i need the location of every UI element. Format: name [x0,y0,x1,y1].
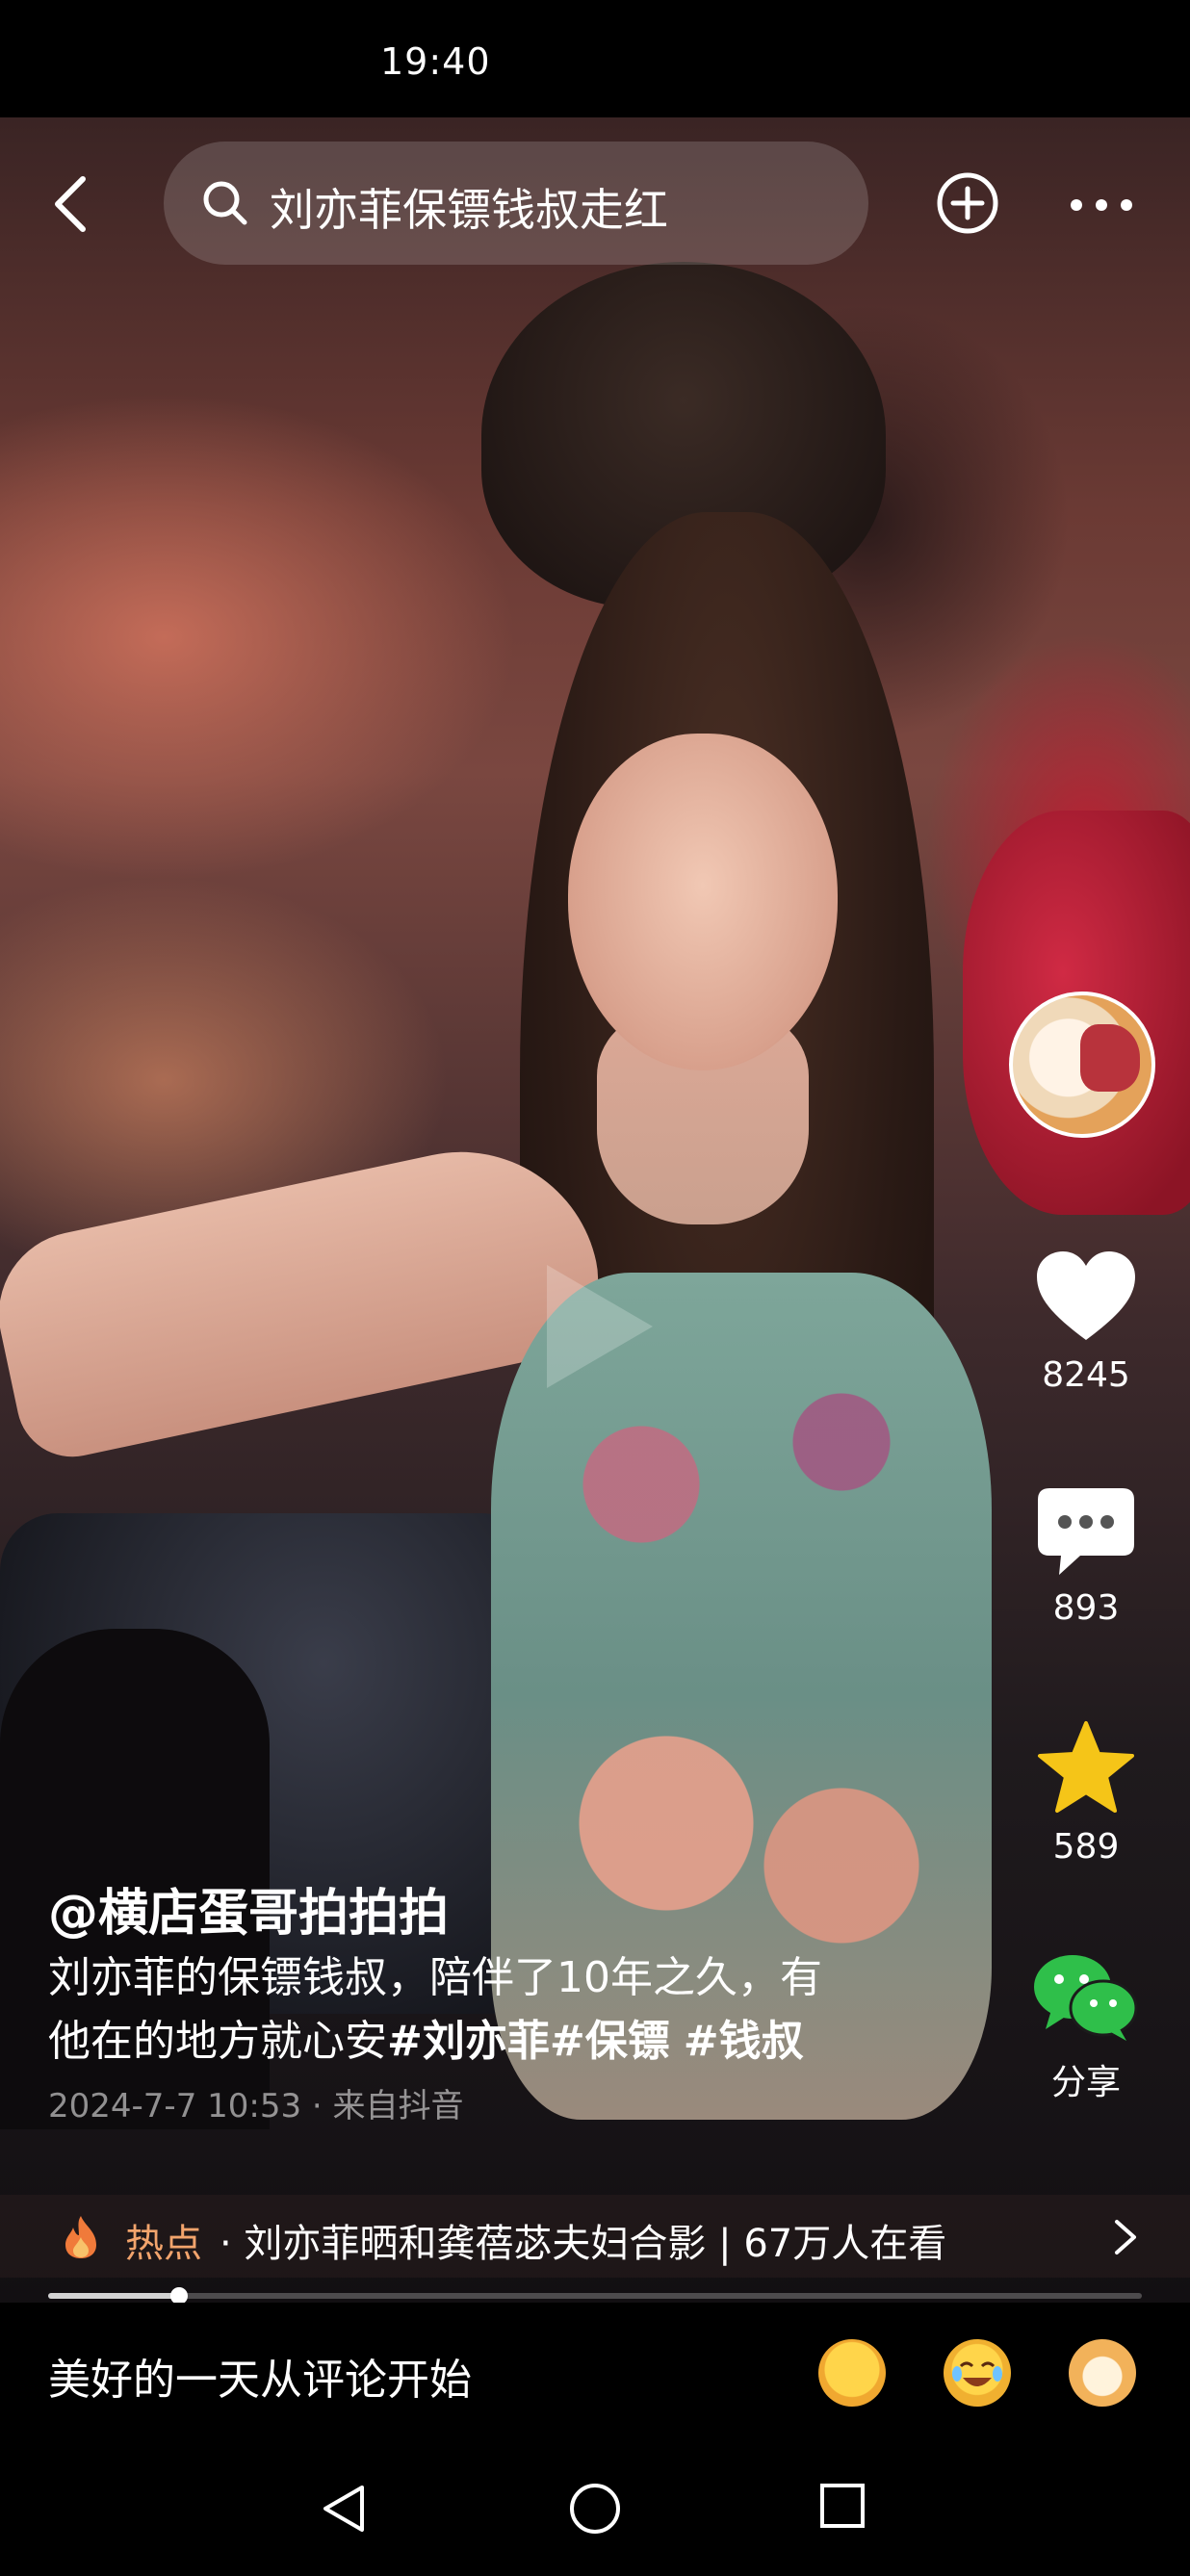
status-time: 19:40 [380,40,491,83]
like-button[interactable]: 8245 [1001,1248,1171,1395]
video-description: 刘亦菲的保镖钱叔，陪伴了10年之久，有 他在的地方就心安#刘亦菲#保镖 #钱叔 [48,1946,953,2074]
app-screen: 19:40 刘亦菲保镖钱叔走红 8245 893 589 分享 @横店蛋哥拍拍拍… [0,0,1190,2576]
more-button[interactable] [1071,188,1142,222]
search-query: 刘亦菲保镖钱叔走红 [270,184,668,236]
description-line-2: 他在的地方就心安 [48,2017,387,2066]
like-count: 8245 [1042,1355,1130,1395]
nav-back-icon[interactable] [320,2482,368,2536]
comment-button[interactable]: 893 [1001,1486,1171,1628]
wechat-icon [1034,1955,1138,2041]
comment-count: 893 [1052,1588,1120,1628]
video-progress-bar[interactable] [48,2287,1142,2305]
nav-home-icon[interactable] [568,2482,622,2536]
author-name[interactable]: @横店蛋哥拍拍拍 [48,1872,449,1945]
play-icon[interactable] [547,1265,653,1388]
favorite-button[interactable]: 589 [1001,1719,1171,1867]
hot-topic-bar[interactable]: 热点 · 刘亦菲晒和龚蓓苾夫妇合影 | 67万人在看 [0,2195,1190,2278]
search-icon [203,181,247,225]
more-icon [1071,199,1082,211]
share-label: 分享 [1050,2063,1121,2102]
description-line-1: 刘亦菲的保镖钱叔，陪伴了10年之久，有 [48,1953,822,2002]
more-icon-dot [1096,199,1107,211]
fire-icon [65,2216,96,2258]
progress-fill [48,2293,180,2299]
hot-title: · 刘亦菲晒和龚蓓苾夫妇合影 | 67万人在看 [220,2222,947,2266]
hashtag-link[interactable]: #钱叔 [684,2017,804,2066]
post-meta: 2024-7-7 10:53 · 来自抖音 [48,2087,464,2125]
laugh-face-icon [952,2361,1002,2386]
favorite-count: 589 [1052,1827,1120,1867]
add-button[interactable] [936,171,999,235]
laugh-emoji-icon[interactable] [944,2339,1011,2407]
scene-face [568,734,838,1070]
more-icon-dot [1121,199,1132,211]
author-avatar[interactable] [1009,992,1155,1138]
hot-label: 热点 [125,2222,202,2266]
avatar-decoration [1080,1024,1140,1092]
doge-emoji-icon[interactable] [1069,2339,1136,2407]
search-bar[interactable]: 刘亦菲保镖钱叔走红 [164,142,868,265]
back-icon [55,176,86,232]
nav-recents-icon[interactable] [818,2482,867,2530]
back-button[interactable] [39,164,100,245]
hashtag-link[interactable]: #刘亦菲 [387,2017,550,2066]
share-button[interactable]: 分享 [1001,1950,1171,2104]
hashtag-link[interactable]: #保镖 [550,2017,670,2066]
heart-icon [1037,1251,1135,1340]
clap-emoji-icon[interactable] [818,2339,886,2407]
comment-icon [1038,1488,1134,1575]
chevron-right-icon [1115,2220,1136,2254]
add-circle-icon [937,172,998,234]
comment-input[interactable]: 美好的一天从评论开始 [48,2345,472,2407]
status-bar: 19:40 [0,0,1190,117]
system-nav-bar [0,2441,1190,2576]
comment-bar[interactable]: 美好的一天从评论开始 [0,2303,1190,2441]
star-icon [1038,1721,1134,1813]
